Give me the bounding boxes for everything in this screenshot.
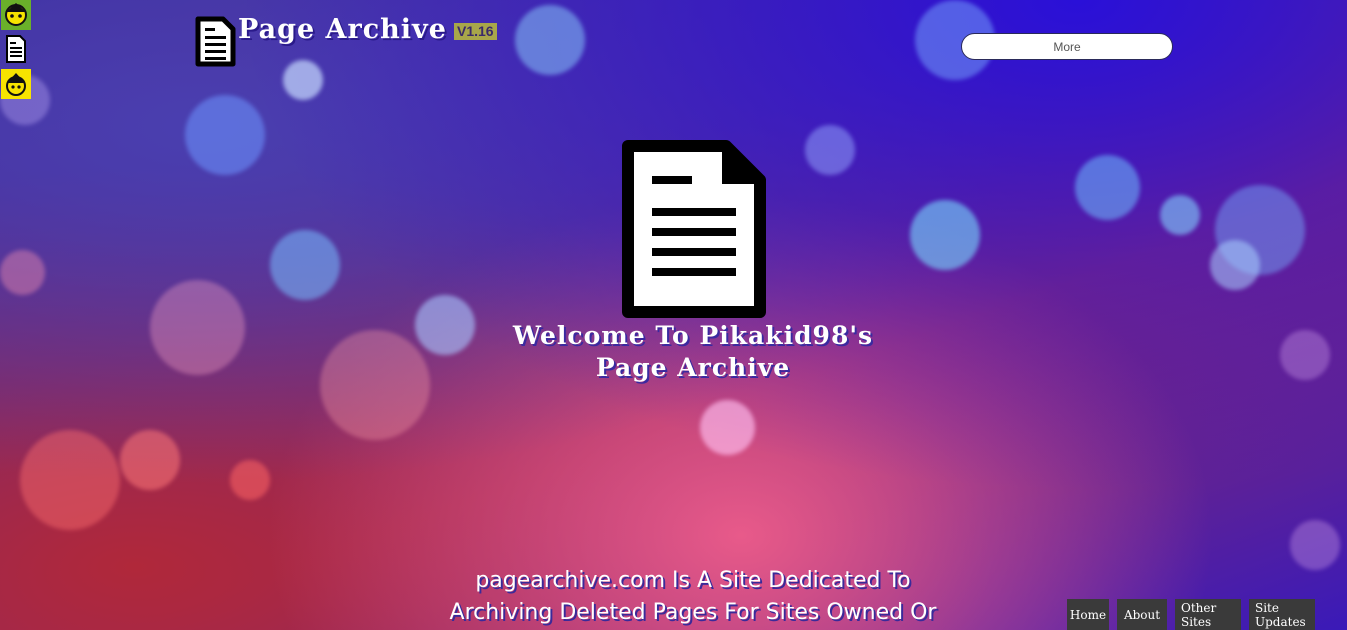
welcome-heading: Welcome To Pikakid98's Page Archive bbox=[443, 320, 943, 384]
site-title[interactable]: Page Archive bbox=[238, 14, 447, 45]
nav-site-updates-button[interactable]: Site Updates bbox=[1249, 599, 1315, 630]
bokeh-light bbox=[700, 400, 755, 455]
document-icon[interactable] bbox=[0, 34, 31, 64]
bokeh-light bbox=[20, 430, 120, 530]
bokeh-light bbox=[910, 200, 980, 270]
avatar-icon[interactable] bbox=[0, 69, 31, 99]
bokeh-light bbox=[1210, 240, 1260, 290]
bokeh-light bbox=[0, 250, 45, 295]
welcome-line: Welcome To Pikakid98's bbox=[512, 321, 874, 350]
nav-about-button[interactable]: About bbox=[1117, 599, 1167, 630]
welcome-line: Page Archive bbox=[595, 353, 791, 382]
description-line: pagearchive.com Is A Site Dedicated To bbox=[475, 568, 911, 593]
version-badge: V1.16 bbox=[454, 23, 497, 40]
nav-other-sites-button[interactable]: Other Sites bbox=[1175, 599, 1241, 630]
bokeh-light bbox=[230, 460, 270, 500]
bokeh-light bbox=[270, 230, 340, 300]
bokeh-light bbox=[1075, 155, 1140, 220]
site-logo-icon[interactable] bbox=[195, 16, 236, 71]
bokeh-light bbox=[1290, 520, 1340, 570]
bokeh-light bbox=[805, 125, 855, 175]
nav-home-button[interactable]: Home bbox=[1067, 599, 1109, 630]
bokeh-light bbox=[320, 330, 430, 440]
document-icon bbox=[622, 140, 766, 322]
more-button[interactable]: More bbox=[961, 33, 1173, 60]
bokeh-light bbox=[283, 60, 323, 100]
site-description: pagearchive.com Is A Site Dedicated To A… bbox=[393, 565, 993, 629]
bokeh-light bbox=[1215, 185, 1305, 275]
bokeh-light bbox=[150, 280, 245, 375]
bokeh-light bbox=[515, 5, 585, 75]
bottom-nav: Home About Other Sites Site Updates bbox=[1067, 599, 1315, 630]
bokeh-light bbox=[1280, 330, 1330, 380]
description-line: Archiving Deleted Pages For Sites Owned … bbox=[449, 600, 937, 625]
bokeh-light bbox=[120, 430, 180, 490]
avatar-icon[interactable] bbox=[0, 0, 31, 30]
bokeh-light bbox=[1160, 195, 1200, 235]
bokeh-light bbox=[185, 95, 265, 175]
